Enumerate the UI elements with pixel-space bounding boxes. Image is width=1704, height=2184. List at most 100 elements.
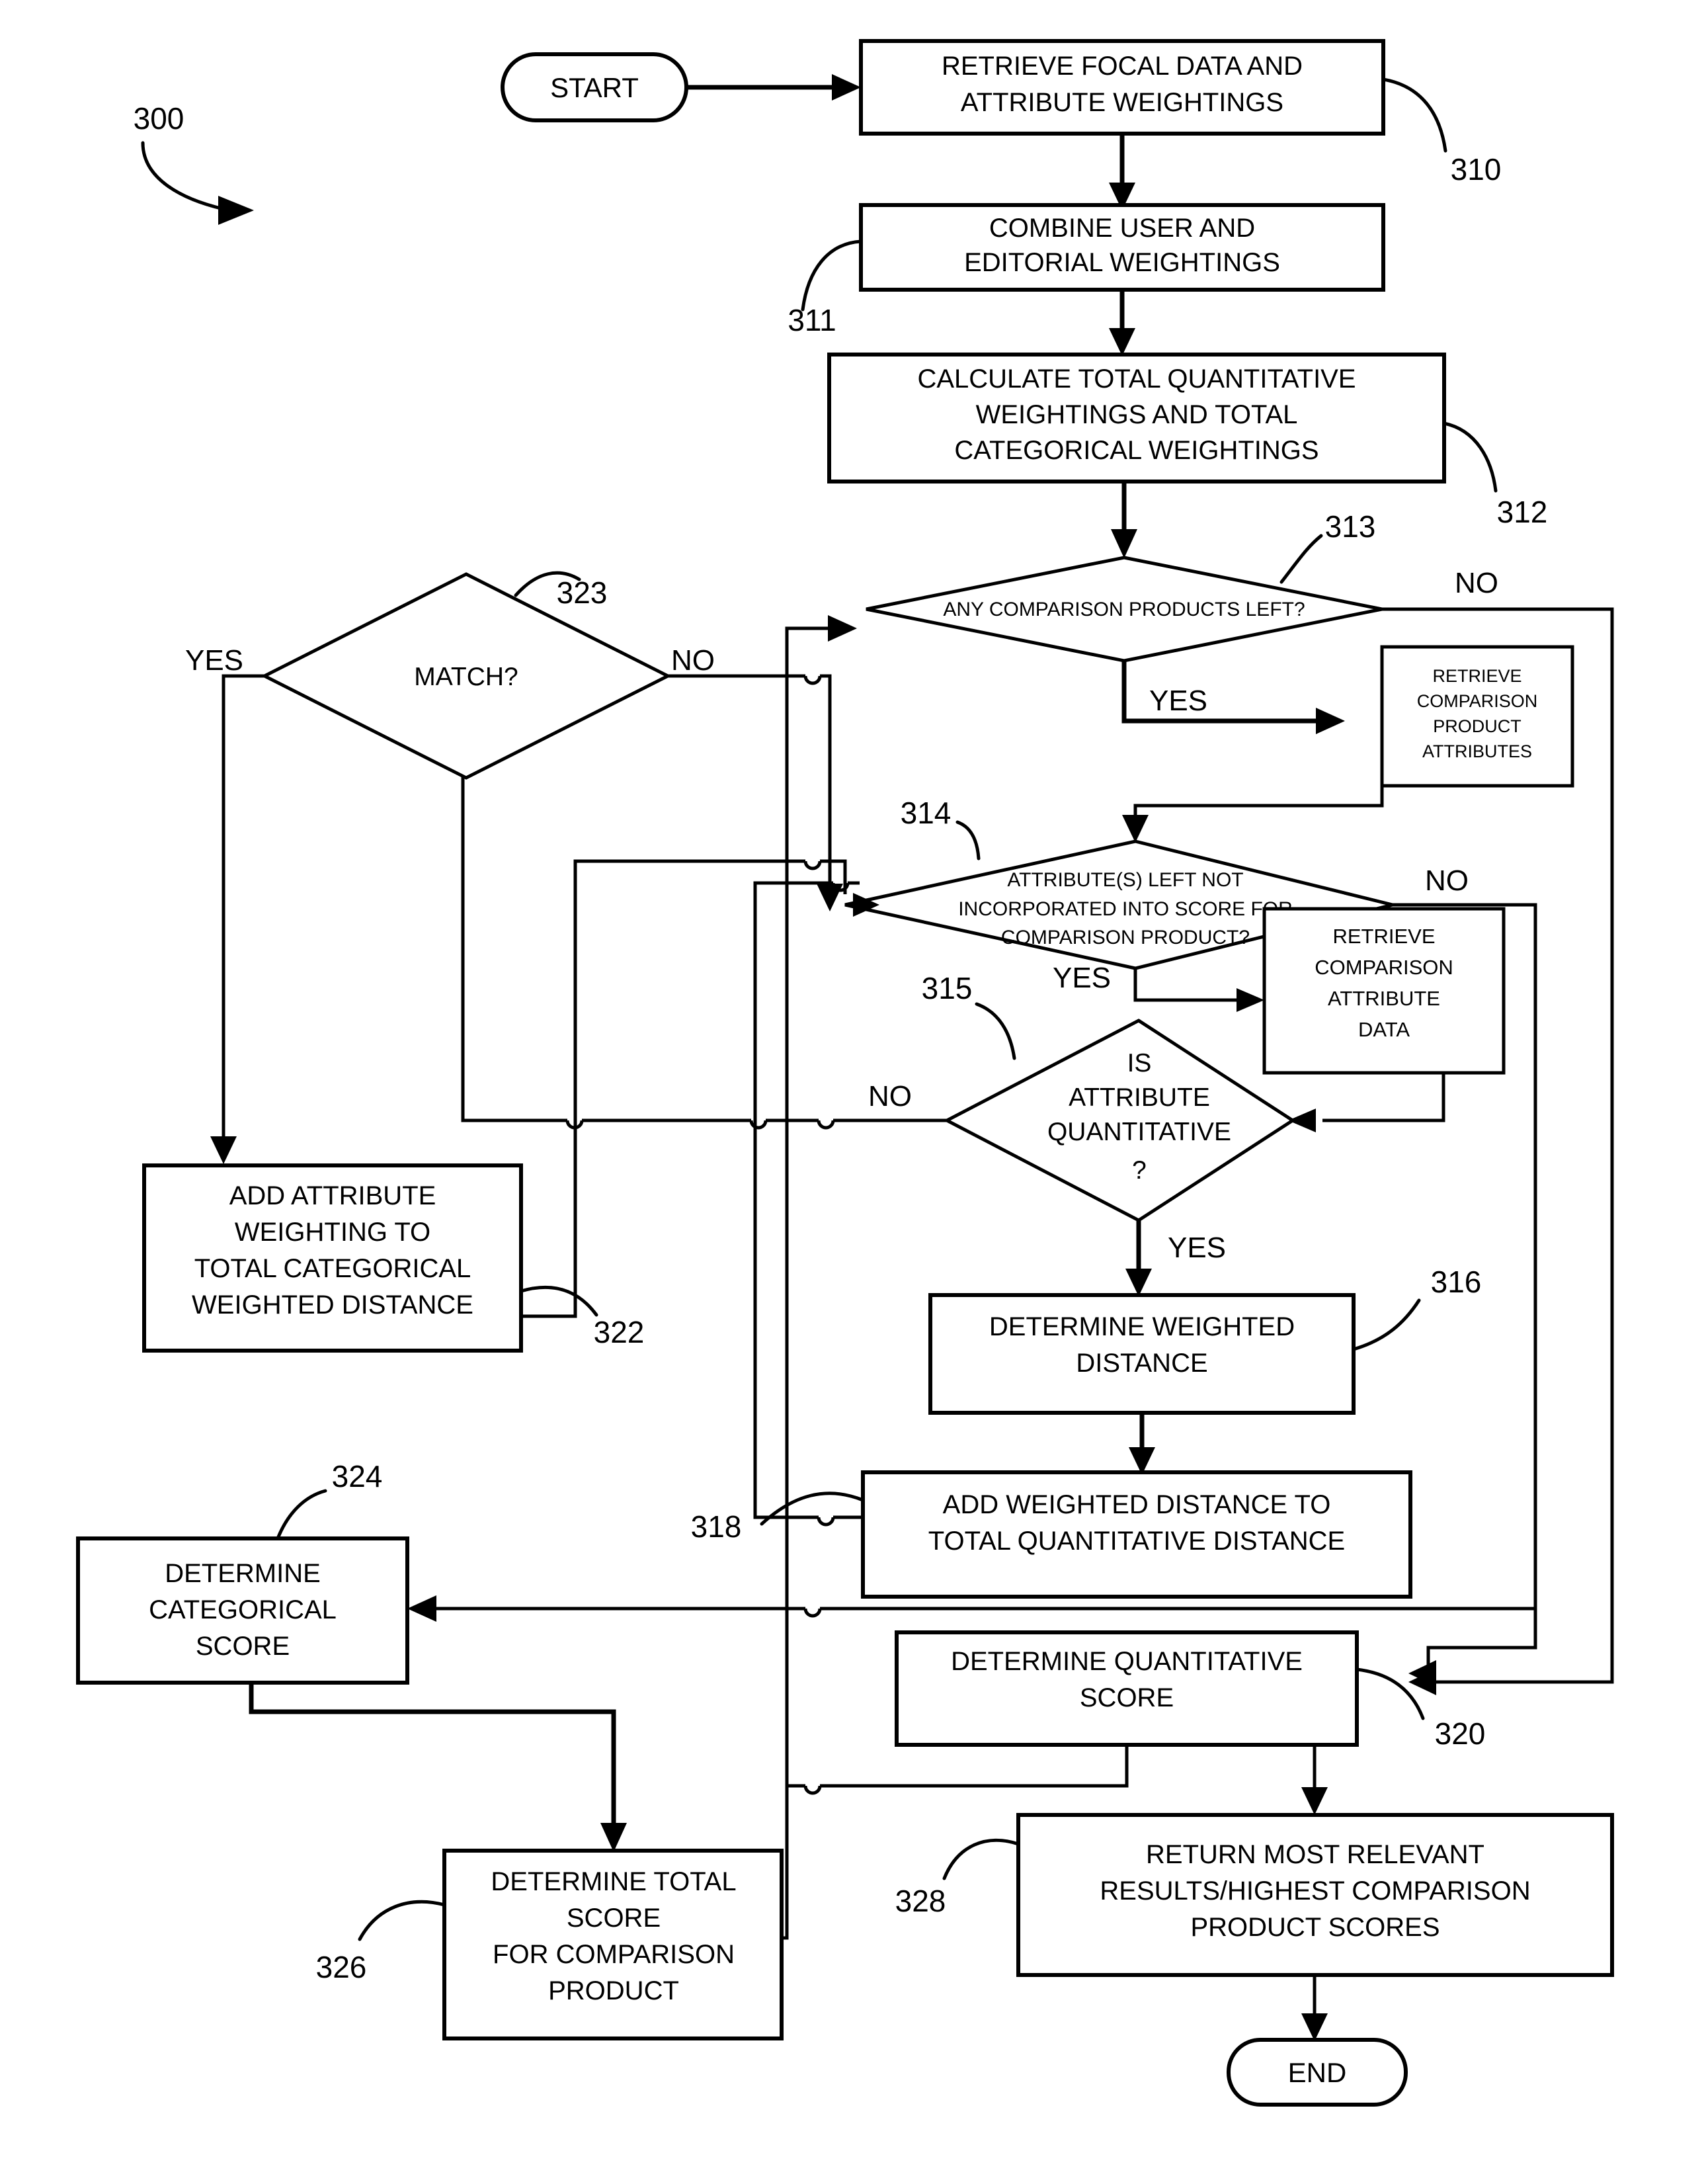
branch-313-no: NO [1455, 567, 1498, 599]
box-322-line4: WEIGHTED DISTANCE [192, 1290, 473, 1320]
box-return-most-relevant: RETURN MOST RELEVANT RESULTS/HIGHEST COM… [895, 1813, 1614, 1977]
box-320-line2: SCORE [1080, 1683, 1174, 1712]
edge-arrowhead [832, 74, 861, 101]
edge-arrowhead [1316, 708, 1345, 734]
box-determine-total-score: DETERMINE TOTAL SCORE FOR COMPARISON PRO… [316, 1849, 784, 2040]
edge-315-yes-to-316 [1125, 1220, 1152, 1296]
edge-323-no-to-314 [668, 674, 843, 911]
ref-322-leader [519, 1285, 598, 1317]
ref-324-leader [276, 1489, 327, 1540]
box-cad-line3: ATTRIBUTE [1328, 987, 1440, 1010]
ref-310-leader [1381, 77, 1447, 153]
ref-316: 316 [1431, 1265, 1482, 1299]
edge-arrowhead [600, 1823, 627, 1852]
edge-cpa-to-314 [1122, 786, 1384, 843]
box-311-line1: COMBINE USER AND [989, 214, 1255, 243]
box-add-weighted-distance: ADD WEIGHTED DISTANCE TO TOTAL QUANTITAT… [691, 1470, 1412, 1599]
flowchart-svg: 300 START RETRIEVE FOCAL DATA AND ATTRIB… [76, 39, 1614, 2107]
box-retrieve-comparison-attribute-data: RETRIEVE COMPARISON ATTRIBUTE DATA [1262, 907, 1506, 1075]
edge-arrowhead [817, 884, 843, 911]
box-310-line1: RETRIEVE FOCAL DATA AND [942, 52, 1303, 81]
figure-ref-300: 300 [134, 101, 254, 225]
ref-312-leader [1442, 421, 1498, 493]
ref-314: 314 [901, 796, 952, 830]
edge-316-to-318 [1129, 1413, 1155, 1475]
edge-line [1133, 968, 1243, 1002]
diamond-315-line4: ? [1132, 1156, 1147, 1185]
edge-line-seg2 [753, 881, 833, 1519]
jump-arc-a [817, 1120, 835, 1130]
box-316-line1: DETERMINE WEIGHTED [989, 1312, 1295, 1341]
edge-line [1133, 786, 1384, 823]
end-terminator: END [1227, 2038, 1408, 2107]
edge-line [222, 674, 264, 1144]
start-label: START [550, 72, 639, 103]
box-310-line2: ATTRIBUTE WEIGHTINGS [961, 88, 1283, 117]
box-cad-line1: RETRIEVE [1332, 925, 1435, 948]
ref-326-leader [358, 1900, 446, 1941]
box-328-line2: RESULTS/HIGHEST COMPARISON [1100, 1876, 1530, 1906]
box-324-line1: DETERMINE [165, 1559, 321, 1588]
ref-311: 311 [788, 303, 836, 337]
branch-323-yes: YES [185, 644, 243, 677]
edge-328-to-end [1301, 1975, 1328, 2041]
box-322-line1: ADD ATTRIBUTE [229, 1181, 436, 1210]
diamond-314-line1: ATTRIBUTE(S) LEFT NOT [1007, 869, 1243, 891]
box-320-line1: DETERMINE QUANTITATIVE [951, 1647, 1303, 1676]
edge-318-back-to-314 [753, 881, 879, 1527]
ref-323: 323 [557, 575, 608, 610]
ref-312: 312 [1497, 495, 1548, 529]
edge-line-seg1 [820, 1745, 1129, 1788]
box-cpa-line1: RETRIEVE [1432, 666, 1521, 686]
box-326-line1: DETERMINE TOTAL [491, 1867, 736, 1896]
box-calculate-total-weightings: CALCULATE TOTAL QUANTITATIVE WEIGHTINGS … [827, 353, 1548, 529]
box-328-line3: PRODUCT SCORES [1190, 1913, 1440, 1942]
diamond-314-line2: INCORPORATED INTO SCORE FOR [958, 898, 1293, 920]
box-cpa-line2: COMPARISON [1417, 691, 1538, 711]
decision-match: MATCH? 323 [261, 571, 672, 780]
branch-313-yes: YES [1149, 685, 1207, 717]
jump-arc [803, 861, 822, 870]
edge-line [249, 1683, 616, 1831]
edge-324-to-326 [249, 1683, 627, 1852]
ref-313-leader [1279, 534, 1323, 584]
edge-to-328 [1301, 1746, 1328, 1815]
box-326-line2: SCORE [567, 1904, 661, 1933]
diamond-314-line3: COMPARISON PRODUCT? [1001, 927, 1250, 948]
box-322-line3: TOTAL CATEGORICAL [194, 1254, 471, 1283]
diamond-313-line1: ANY COMPARISON PRODUCTS LEFT? [943, 599, 1305, 620]
box-312-line1: CALCULATE TOTAL QUANTITATIVE [917, 364, 1356, 394]
ref-315-leader [975, 1002, 1016, 1060]
edge-cad-to-315 [1288, 1073, 1445, 1132]
figure-ref-leader [141, 141, 225, 211]
edge-320-down [787, 1745, 1129, 1795]
box-retrieve-focal-data: RETRIEVE FOCAL DATA AND ATTRIBUTE WEIGHT… [859, 39, 1502, 187]
box-retrieve-comparison-product-attributes: RETRIEVE COMPARISON PRODUCT ATTRIBUTES [1380, 645, 1574, 788]
ref-320-leader [1355, 1667, 1425, 1720]
ref-314-leader [955, 820, 981, 861]
diamond-315-line1: IS [1127, 1049, 1152, 1077]
ref-318-leader [760, 1491, 865, 1526]
ref-310: 310 [1451, 152, 1502, 187]
edge-line-seg1 [521, 859, 805, 1318]
box-324-line2: CATEGORICAL [149, 1595, 337, 1624]
figure-ref-arrowhead [218, 196, 254, 225]
box-determine-weighted-distance: DETERMINE WEIGHTED DISTANCE 316 [928, 1265, 1482, 1415]
diamond-323-line1: MATCH? [414, 663, 518, 691]
edge-arrowhead [1301, 1787, 1328, 1815]
edge-322-back-to-314 [521, 859, 847, 1318]
ref-328: 328 [895, 1884, 946, 1918]
edge-line [1322, 1073, 1445, 1122]
ref-315: 315 [922, 971, 973, 1005]
ref-324: 324 [332, 1459, 383, 1493]
ref-328-leader [942, 1838, 1020, 1880]
box-322-line2: WEIGHTING TO [235, 1218, 430, 1247]
figure-canvas: 300 START RETRIEVE FOCAL DATA AND ATTRIB… [0, 0, 1704, 2184]
edge-arrowhead [210, 1136, 237, 1164]
figure-ref-number: 300 [134, 101, 184, 136]
diamond-315-line2: ATTRIBUTE [1069, 1083, 1210, 1112]
edge-311-to-312 [1109, 290, 1135, 356]
box-318-line1: ADD WEIGHTED DISTANCE TO [943, 1490, 1331, 1519]
branch-315-no: NO [868, 1080, 912, 1113]
ref-322: 322 [594, 1315, 645, 1349]
